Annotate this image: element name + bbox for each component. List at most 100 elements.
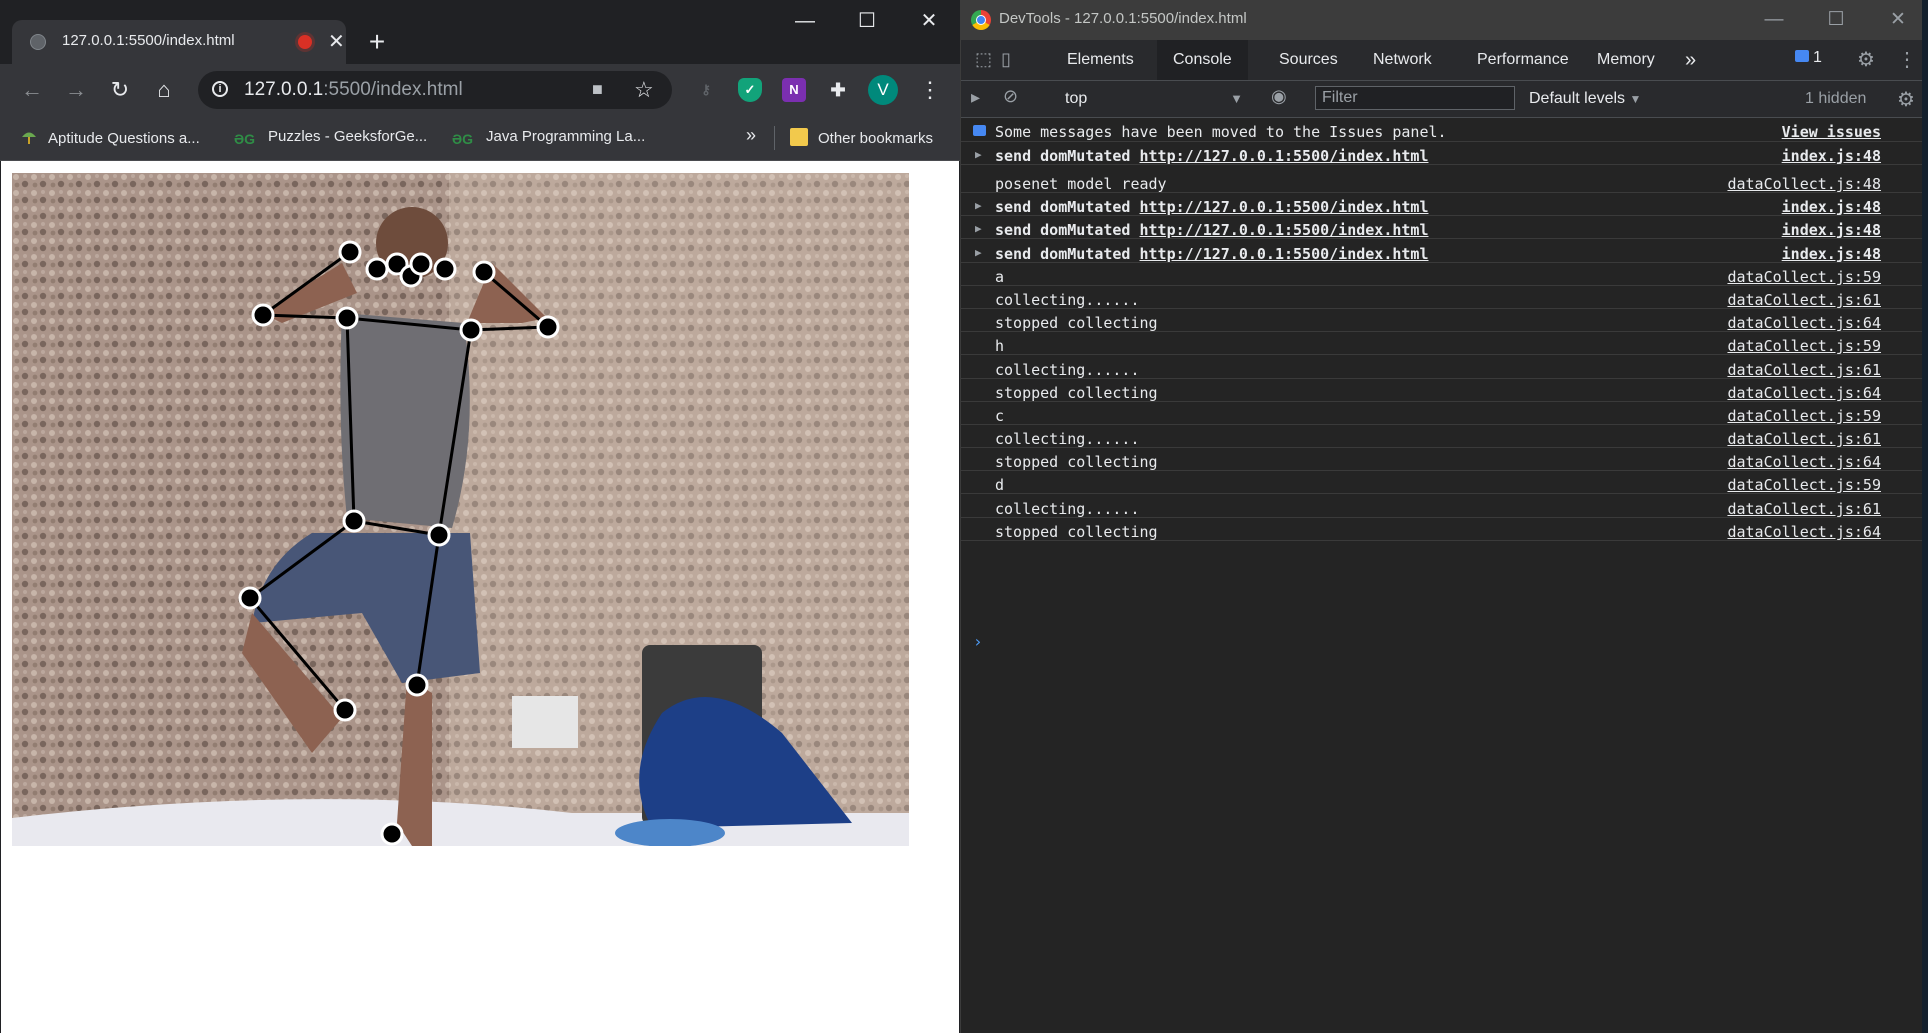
expand-arrow-icon[interactable]: ▶: [975, 222, 982, 235]
source-link[interactable]: dataCollect.js:59: [1727, 407, 1881, 425]
other-bookmarks-button[interactable]: Other bookmarks: [790, 128, 933, 147]
browser-tab[interactable]: 127.0.0.1:5500/index.html ✕: [12, 20, 346, 64]
page-content: [1, 161, 959, 1033]
close-window-button[interactable]: ✕: [898, 0, 960, 42]
new-tab-button[interactable]: +: [360, 26, 394, 60]
issues-message-icon: [973, 125, 986, 136]
source-link[interactable]: dataCollect.js:61: [1727, 361, 1881, 379]
gfg-icon: ƏG: [234, 131, 256, 147]
maximize-button[interactable]: ☐: [836, 0, 898, 42]
issues-icon[interactable]: [1795, 50, 1809, 62]
log-levels-dropdown[interactable]: Default levels ▼: [1529, 87, 1641, 111]
console-message: a dataCollect.js:59: [961, 263, 1928, 286]
tab-network[interactable]: Network: [1357, 40, 1448, 80]
context-selector[interactable]: top ▼: [1065, 87, 1243, 111]
forward-button[interactable]: →: [58, 72, 94, 108]
console-prompt[interactable]: ›: [973, 632, 983, 651]
console-message: c dataCollect.js:59: [961, 402, 1928, 425]
source-link[interactable]: dataCollect.js:64: [1727, 314, 1881, 332]
sidebar-toggle-icon[interactable]: ▸: [971, 87, 980, 108]
console-message[interactable]: ▶ send domMutated http://127.0.0.1:5500/i…: [961, 216, 1928, 239]
shield-extension-icon[interactable]: ✓: [738, 78, 762, 102]
message-link[interactable]: http://127.0.0.1:5500/index.html: [1140, 198, 1429, 216]
console-message-text: posenet model ready: [995, 175, 1167, 193]
bookmark-star-icon[interactable]: ☆: [634, 77, 654, 103]
source-link[interactable]: index.js:48: [1782, 221, 1881, 239]
chevron-down-icon: ▼: [1629, 92, 1642, 106]
message-link[interactable]: http://127.0.0.1:5500/index.html: [1140, 245, 1429, 263]
devtools-minimize-button[interactable]: —: [1743, 0, 1805, 40]
tab-memory[interactable]: Memory: [1581, 40, 1671, 80]
source-link[interactable]: dataCollect.js:61: [1727, 291, 1881, 309]
inspect-element-icon[interactable]: ⬚: [975, 49, 992, 70]
bookmark-item[interactable]: ƏG Java Programming La...: [452, 128, 645, 149]
more-tabs-button[interactable]: »: [1669, 40, 1712, 80]
source-link[interactable]: dataCollect.js:64: [1727, 384, 1881, 402]
console-message[interactable]: ▶ send domMutated http://127.0.0.1:5500/i…: [961, 240, 1928, 263]
expand-arrow-icon[interactable]: ▶: [975, 199, 982, 212]
minimize-button[interactable]: —: [774, 0, 836, 42]
hidden-count: 1 hidden: [1805, 90, 1867, 107]
devtools-window-controls: — ☐ ✕: [1743, 0, 1928, 40]
tab-elements[interactable]: Elements: [1051, 40, 1150, 80]
back-button[interactable]: ←: [14, 72, 50, 108]
issues-count[interactable]: 1: [1813, 49, 1822, 67]
view-issues-link[interactable]: View issues: [1782, 123, 1881, 141]
devtools-maximize-button[interactable]: ☐: [1805, 0, 1867, 40]
bookmark-item[interactable]: Aptitude Questions a...: [20, 128, 200, 147]
message-text: stopped collecting: [995, 384, 1158, 402]
console-settings-icon[interactable]: ⚙: [1897, 87, 1915, 112]
key-extension-icon[interactable]: ⚷: [694, 78, 718, 102]
source-link[interactable]: dataCollect.js:64: [1727, 523, 1881, 541]
source-link[interactable]: index.js:48: [1782, 198, 1881, 216]
source-link[interactable]: dataCollect.js:48: [1727, 175, 1881, 193]
camera-in-use-icon[interactable]: ■: [592, 79, 603, 100]
message-text: collecting......: [995, 361, 1140, 379]
extensions-puzzle-icon[interactable]: ✚: [826, 78, 850, 102]
bookmark-item[interactable]: ƏG Puzzles - GeeksforGe...: [234, 128, 427, 149]
folder-icon: [790, 128, 808, 146]
source-link[interactable]: dataCollect.js:61: [1727, 430, 1881, 448]
console-message[interactable]: ▶ send domMutated http://127.0.0.1:5500/i…: [961, 193, 1928, 216]
tab-sources[interactable]: Sources: [1263, 40, 1354, 80]
message-link[interactable]: http://127.0.0.1:5500/index.html: [1140, 221, 1429, 239]
message-link[interactable]: http://127.0.0.1:5500/index.html: [1140, 147, 1429, 165]
devtools-close-button[interactable]: ✕: [1867, 0, 1928, 40]
source-link[interactable]: index.js:48: [1782, 147, 1881, 165]
console-message: collecting...... dataCollect.js:61: [961, 356, 1928, 379]
desktop-edge: [1922, 0, 1928, 1033]
onenote-extension-icon[interactable]: N: [782, 78, 806, 102]
console-filter-input[interactable]: Filter: [1315, 86, 1515, 110]
console-message[interactable]: ▶ send domMutated http://127.0.0.1:5500/i…: [961, 142, 1928, 165]
site-info-icon[interactable]: i: [212, 81, 228, 97]
reload-button[interactable]: ↻: [102, 72, 138, 108]
close-tab-icon[interactable]: ✕: [328, 29, 345, 54]
message-text: send domMutated: [995, 221, 1140, 239]
url-path: :5500/index.html: [323, 79, 463, 100]
settings-gear-icon[interactable]: ⚙: [1857, 47, 1875, 72]
device-toolbar-icon[interactable]: ▯: [1001, 49, 1011, 70]
bookmarks-overflow-button[interactable]: »: [746, 125, 756, 146]
console-message-text: d: [995, 476, 1004, 494]
address-bar[interactable]: i 127.0.0.1:5500/index.html ■ ☆: [198, 71, 672, 109]
source-link[interactable]: dataCollect.js:64: [1727, 453, 1881, 471]
console-message: h dataCollect.js:59: [961, 332, 1928, 355]
tab-performance[interactable]: Performance: [1461, 40, 1585, 80]
tab-console[interactable]: Console: [1157, 40, 1248, 80]
home-button[interactable]: ⌂: [146, 72, 182, 108]
live-expression-eye-icon[interactable]: ◉: [1271, 86, 1287, 107]
profile-avatar[interactable]: V: [868, 75, 898, 105]
source-link[interactable]: index.js:48: [1782, 245, 1881, 263]
expand-arrow-icon[interactable]: ▶: [975, 148, 982, 161]
console-message-text: collecting......: [995, 361, 1140, 379]
source-link[interactable]: dataCollect.js:61: [1727, 500, 1881, 518]
clear-console-icon[interactable]: ⊘: [1003, 86, 1018, 107]
devtools-menu-icon[interactable]: ⋮: [1897, 47, 1917, 72]
source-link[interactable]: dataCollect.js:59: [1727, 476, 1881, 494]
source-link[interactable]: dataCollect.js:59: [1727, 337, 1881, 355]
console-message-text: h: [995, 337, 1004, 355]
source-link[interactable]: dataCollect.js:59: [1727, 268, 1881, 286]
expand-arrow-icon[interactable]: ▶: [975, 246, 982, 259]
browser-menu-icon[interactable]: ⋮: [912, 72, 948, 108]
address-url[interactable]: 127.0.0.1:5500/index.html: [244, 79, 463, 101]
